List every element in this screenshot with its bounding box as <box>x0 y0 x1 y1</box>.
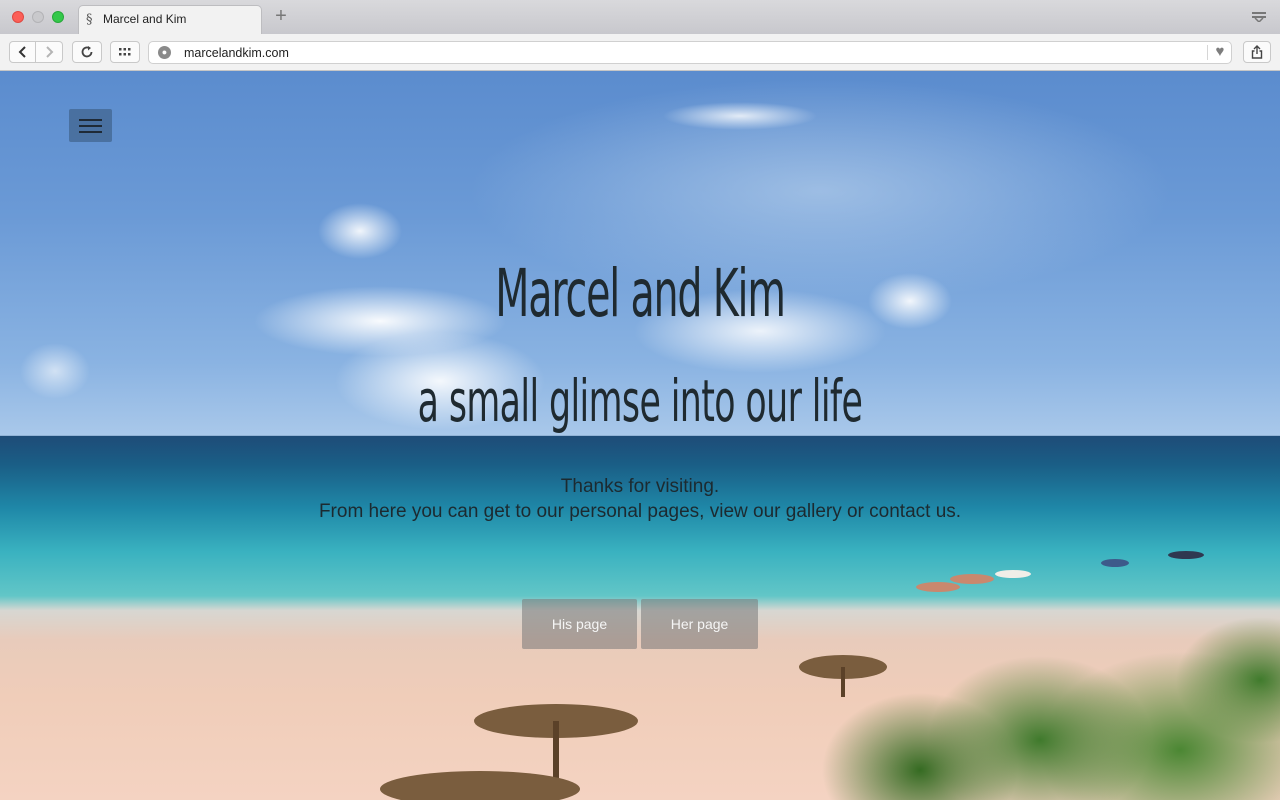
intro-line-2: From here you can get to our personal pa… <box>318 501 962 522</box>
his-page-button[interactable]: His page <box>522 599 637 649</box>
tab-bar: § Marcel and Kim + <box>0 0 1280 34</box>
reload-icon <box>81 46 93 58</box>
address-bar-divider <box>1207 45 1208 60</box>
page-hero-background: Marcel and Kim a small glimse into our l… <box>0 71 1280 800</box>
hamburger-icon-bar <box>79 124 102 127</box>
intro-text: Thanks for visiting. From here you can g… <box>0 474 1280 524</box>
intro-line-1: Thanks for visiting. <box>560 476 720 497</box>
tab-overview-icon[interactable] <box>1252 12 1266 22</box>
favicon-icon: § <box>86 12 93 27</box>
page-title: Marcel and Kim <box>495 255 786 332</box>
reload-button[interactable] <box>72 41 102 63</box>
beach-umbrellas <box>380 551 1204 800</box>
hamburger-icon-bar <box>79 130 102 133</box>
heart-icon[interactable]: ♥ <box>1211 43 1229 61</box>
page-subtitle: a small glimse into our life <box>417 367 863 435</box>
share-button[interactable] <box>1243 41 1271 63</box>
back-button[interactable] <box>9 41 36 63</box>
browser-toolbar: ● marcelandkim.com ♥ <box>0 34 1280 71</box>
forward-button[interactable] <box>36 41 63 63</box>
share-icon <box>1251 45 1263 59</box>
hamburger-icon-bar <box>79 118 102 121</box>
new-tab-button[interactable]: + <box>271 6 291 26</box>
chevron-right-icon <box>46 46 54 58</box>
grid-icon <box>119 48 131 56</box>
maximize-window-button[interactable] <box>52 11 64 23</box>
tab-title: Marcel and Kim <box>103 12 187 26</box>
minimize-window-button[interactable] <box>32 11 44 23</box>
hamburger-menu-button[interactable] <box>69 109 112 142</box>
close-window-button[interactable] <box>12 11 24 23</box>
globe-icon[interactable]: ● <box>158 46 171 59</box>
her-page-button[interactable]: Her page <box>641 599 758 649</box>
url-text[interactable]: marcelandkim.com <box>184 46 289 60</box>
chevron-left-icon <box>18 46 26 58</box>
browser-window: § Marcel and Kim + ● marcelandkim.com ♥ … <box>0 0 1280 800</box>
tab-marcel-and-kim[interactable]: § Marcel and Kim <box>78 5 262 34</box>
address-bar[interactable]: ● marcelandkim.com ♥ <box>148 41 1232 64</box>
top-sites-button[interactable] <box>110 41 140 63</box>
